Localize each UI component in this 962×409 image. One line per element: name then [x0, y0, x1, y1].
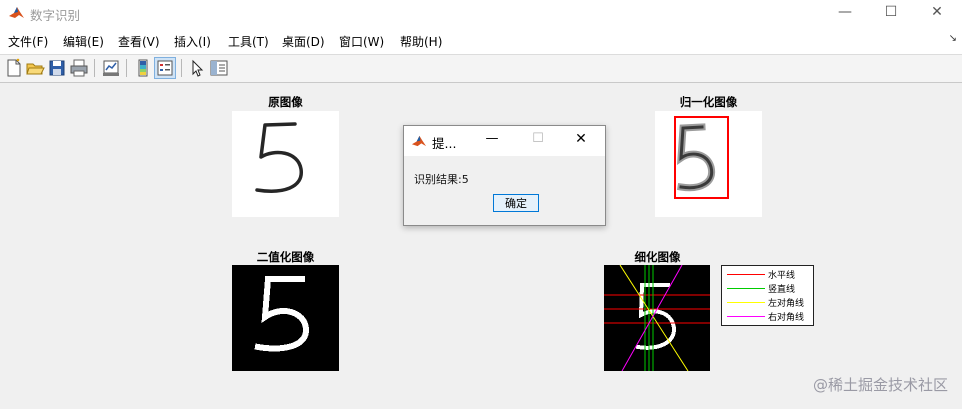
toolbar-separator [94, 59, 95, 77]
window-title: 数字识别 [30, 8, 81, 23]
dialog-title: 提... [432, 136, 457, 151]
menu-edit[interactable]: 编辑(E) [63, 33, 104, 50]
ok-button[interactable]: 确定 [493, 194, 539, 212]
minimize-button[interactable]: — [822, 0, 868, 26]
toolbar-separator [126, 59, 127, 77]
pointer-icon[interactable] [187, 58, 207, 78]
print-icon[interactable] [69, 58, 89, 78]
legend-label-right-diagonal: 右对角线 [768, 313, 805, 323]
legend-icon[interactable] [154, 57, 176, 79]
original-image [232, 111, 339, 217]
dialog-minimize-button[interactable]: — [482, 131, 502, 146]
menu-window[interactable]: 窗口(W) [339, 33, 384, 50]
dialog-titlebar[interactable]: 提... — ☐ ✕ [404, 126, 605, 156]
legend[interactable]: 水平线 竖直线 左对角线 右对角线 [721, 265, 814, 326]
original-image-title: 原图像 [268, 95, 303, 109]
legend-line-vertical [727, 288, 765, 289]
dialog-maximize-button: ☐ [532, 131, 544, 146]
matlab-icon [8, 4, 25, 21]
binary-image [232, 265, 339, 371]
save-icon[interactable] [47, 58, 67, 78]
result-dialog[interactable]: 提... — ☐ ✕ 识别结果:5 确定 [403, 125, 606, 226]
dialog-message: 识别结果:5 [414, 173, 469, 186]
link-plot-icon[interactable] [101, 58, 121, 78]
menu-file[interactable]: 文件(F) [8, 33, 48, 50]
legend-label-horizontal: 水平线 [768, 271, 796, 281]
thinned-image-title: 细化图像 [634, 250, 681, 264]
new-figure-icon[interactable] [4, 58, 24, 78]
menu-desktop[interactable]: 桌面(D) [282, 33, 325, 50]
menu-bar: 文件(F) 编辑(E) 查看(V) 插入(I) 工具(T) 桌面(D) 窗口(W… [0, 26, 962, 55]
close-button[interactable]: ✕ [914, 0, 960, 26]
dialog-close-button[interactable]: ✕ [571, 131, 591, 147]
watermark: @稀土掘金技术社区 [812, 376, 948, 394]
legend-line-right-diagonal [727, 316, 765, 317]
normalized-image [655, 111, 762, 217]
menu-tools[interactable]: 工具(T) [228, 33, 269, 50]
menu-insert[interactable]: 插入(I) [174, 33, 211, 50]
menu-view[interactable]: 查看(V) [118, 33, 160, 50]
legend-label-left-diagonal: 左对角线 [768, 299, 805, 309]
toolbar [0, 55, 962, 83]
open-file-icon[interactable] [25, 58, 45, 78]
legend-label-vertical: 竖直线 [768, 285, 796, 295]
property-inspector-icon[interactable] [209, 58, 229, 78]
menu-help[interactable]: 帮助(H) [400, 33, 442, 50]
normalized-image-title: 归一化图像 [679, 95, 738, 109]
dock-arrow-icon[interactable]: ↘ [949, 33, 957, 44]
thinned-image [604, 265, 710, 371]
legend-line-left-diagonal [727, 302, 765, 303]
binary-image-title: 二值化图像 [256, 250, 315, 264]
toolbar-separator [181, 59, 182, 77]
colorbar-icon[interactable] [133, 58, 153, 78]
legend-line-horizontal [727, 274, 765, 275]
matlab-icon [411, 133, 427, 149]
window-titlebar[interactable]: 数字识别 — ☐ ✕ [0, 0, 962, 26]
maximize-button[interactable]: ☐ [868, 0, 914, 26]
